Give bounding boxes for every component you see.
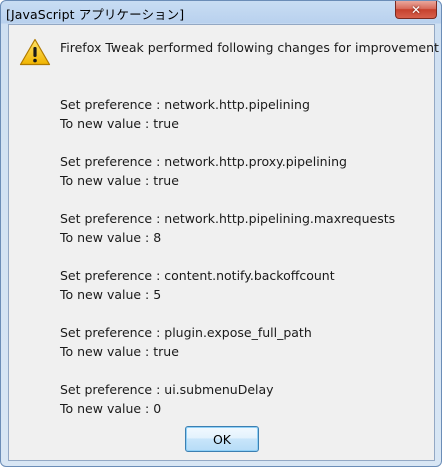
change-pref: Set preference : network.http.pipelining… — [60, 211, 396, 226]
dialog-body: Firefox Tweak performed following change… — [8, 24, 444, 461]
ok-button[interactable]: OK — [185, 426, 259, 452]
change-item: Set preference : network.http.pipelining… — [60, 209, 430, 247]
change-value: To new value : 0 — [60, 401, 162, 416]
warning-icon — [19, 38, 51, 66]
change-item: Set preference : network.http.pipelining… — [60, 95, 430, 133]
change-item: Set preference : ui.submenuDelay To new … — [60, 380, 430, 418]
change-pref: Set preference : network.http.proxy.pipe… — [60, 154, 347, 169]
change-pref: Set preference : ui.submenuDelay — [60, 382, 274, 397]
change-value: To new value : 8 — [60, 230, 162, 245]
change-value: To new value : true — [60, 344, 179, 359]
title-bar[interactable]: [JavaScript アプリケーション] ✕ — [1, 1, 441, 25]
message-area: Firefox Tweak performed following change… — [60, 38, 444, 437]
close-button[interactable]: ✕ — [395, 1, 437, 19]
message-heading: Firefox Tweak performed following change… — [60, 40, 444, 55]
change-item: Set preference : network.http.proxy.pipe… — [60, 152, 430, 190]
change-item: Set preference : plugin.expose_full_path… — [60, 323, 430, 361]
dialog-window: [JavaScript アプリケーション] ✕ Firefox Tweak pe… — [0, 0, 444, 467]
change-pref: Set preference : network.http.pipelining — [60, 97, 310, 112]
change-item: Set preference : content.notify.backoffc… — [60, 266, 430, 304]
change-pref: Set preference : plugin.expose_full_path — [60, 325, 312, 340]
change-value: To new value : true — [60, 116, 179, 131]
change-pref: Set preference : content.notify.backoffc… — [60, 268, 335, 283]
change-value: To new value : 5 — [60, 287, 162, 302]
window-title: [JavaScript アプリケーション] — [6, 7, 185, 22]
change-value: To new value : true — [60, 173, 179, 188]
close-icon: ✕ — [410, 2, 422, 17]
